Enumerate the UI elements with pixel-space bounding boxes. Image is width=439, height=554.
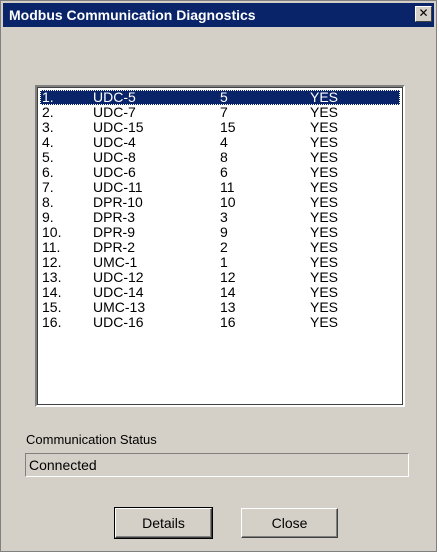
device-name: UDC-8: [93, 149, 136, 165]
device-name: UMC-1: [93, 254, 138, 270]
device-address: 11: [220, 179, 235, 195]
row-number: 4.: [42, 134, 54, 150]
close-button[interactable]: Close: [241, 508, 338, 538]
list-item[interactable]: 15. UMC-13 13 YES: [40, 300, 400, 315]
device-address: 4: [220, 134, 228, 150]
window-title: Modbus Communication Diagnostics: [9, 7, 256, 23]
row-number: 16.: [42, 314, 62, 330]
device-name: UDC-7: [93, 104, 136, 120]
device-address: 5: [220, 89, 228, 105]
list-item[interactable]: 14. UDC-14 14 YES: [40, 285, 400, 300]
device-name: UDC-14: [93, 284, 144, 300]
row-number: 11.: [42, 239, 61, 255]
device-status: YES: [310, 164, 339, 180]
device-status: YES: [310, 284, 339, 300]
row-number: 2.: [42, 104, 54, 120]
device-status: YES: [310, 254, 339, 270]
device-address: 14: [220, 284, 236, 300]
device-name: UDC-6: [93, 164, 136, 180]
row-number: 7.: [42, 179, 54, 195]
row-number: 8.: [42, 194, 54, 210]
device-name: UDC-16: [93, 314, 144, 330]
communication-status-field: Connected: [25, 453, 409, 477]
device-name: UDC-11: [93, 179, 143, 195]
device-status: YES: [310, 299, 339, 315]
device-address: 9: [220, 224, 228, 240]
list-item[interactable]: 2. UDC-7 7 YES: [40, 105, 400, 120]
device-address: 13: [220, 299, 236, 315]
device-status: YES: [310, 149, 339, 165]
row-number: 9.: [42, 209, 54, 225]
close-icon[interactable]: ✕: [415, 6, 432, 22]
device-name: DPR-9: [93, 224, 136, 240]
list-item[interactable]: 11. DPR-2 2 YES: [40, 240, 400, 255]
details-button[interactable]: Details: [114, 507, 213, 539]
device-name: UDC-12: [93, 269, 144, 285]
device-status: YES: [310, 119, 339, 135]
list-item[interactable]: 12. UMC-1 1 YES: [40, 255, 400, 270]
device-address: 6: [220, 164, 228, 180]
list-item[interactable]: 8. DPR-10 10 YES: [40, 195, 400, 210]
device-status: YES: [310, 179, 339, 195]
list-item[interactable]: 5. UDC-8 8 YES: [40, 150, 400, 165]
device-name: DPR-3: [93, 209, 136, 225]
device-name: UDC-4: [93, 134, 136, 150]
device-list[interactable]: 1. UDC-5 5 YES 2. UDC-7 7 YES 3. UDC-15 15 YES 4. UDC…: [35, 85, 405, 407]
device-address: 3: [220, 209, 228, 225]
row-number: 14.: [42, 284, 62, 300]
device-address: 1: [220, 254, 228, 270]
device-address: 8: [220, 149, 228, 165]
device-status: YES: [310, 134, 339, 150]
device-address: 7: [220, 104, 228, 120]
row-number: 12.: [42, 254, 62, 270]
device-status: YES: [310, 239, 339, 255]
device-status: YES: [310, 314, 339, 330]
list-item[interactable]: 16. UDC-16 16 YES: [40, 315, 400, 330]
row-number: 6.: [42, 164, 54, 180]
row-number: 10.: [42, 224, 62, 240]
dialog-window: Modbus Communication Diagnostics ✕ 1. UDC…: [0, 0, 437, 552]
device-address: 16: [220, 314, 236, 330]
row-number: 15.: [42, 299, 62, 315]
device-status: YES: [310, 224, 339, 240]
list-item[interactable]: 4. UDC-4 4 YES: [40, 135, 400, 150]
device-status: YES: [310, 269, 339, 285]
device-name: UMC-13: [93, 299, 146, 315]
device-list-rows: 1. UDC-5 5 YES 2. UDC-7 7 YES 3. UDC-15 15 YES 4. UDC…: [40, 90, 400, 330]
device-address: 12: [220, 269, 236, 285]
device-status: YES: [310, 209, 339, 225]
list-item[interactable]: 13. UDC-12 12 YES: [40, 270, 400, 285]
device-address: 10: [220, 194, 236, 210]
list-item[interactable]: 10. DPR-9 9 YES: [40, 225, 400, 240]
list-item[interactable]: 3. UDC-15 15 YES: [40, 120, 400, 135]
device-address: 15: [220, 119, 236, 135]
row-number: 3.: [42, 119, 54, 135]
device-status: YES: [310, 104, 339, 120]
list-item[interactable]: 1. UDC-5 5 YES: [40, 90, 400, 105]
list-item[interactable]: 7. UDC-11 11 YES: [40, 180, 400, 195]
communication-status-label: Communication Status: [26, 432, 157, 447]
row-number: 5.: [42, 149, 54, 165]
device-name: DPR-10: [93, 194, 143, 210]
device-name: UDC-5: [93, 89, 136, 105]
communication-status-value: Connected: [29, 457, 97, 473]
device-status: YES: [310, 194, 339, 210]
device-name: UDC-15: [93, 119, 144, 135]
row-number: 1.: [42, 89, 54, 105]
list-item[interactable]: 6. UDC-6 6 YES: [40, 165, 400, 180]
title-bar[interactable]: Modbus Communication Diagnostics ✕: [3, 3, 434, 27]
list-item[interactable]: 9. DPR-3 3 YES: [40, 210, 400, 225]
device-address: 2: [220, 239, 228, 255]
row-number: 13.: [42, 269, 62, 285]
device-status: YES: [310, 89, 339, 105]
device-name: DPR-2: [93, 239, 136, 255]
